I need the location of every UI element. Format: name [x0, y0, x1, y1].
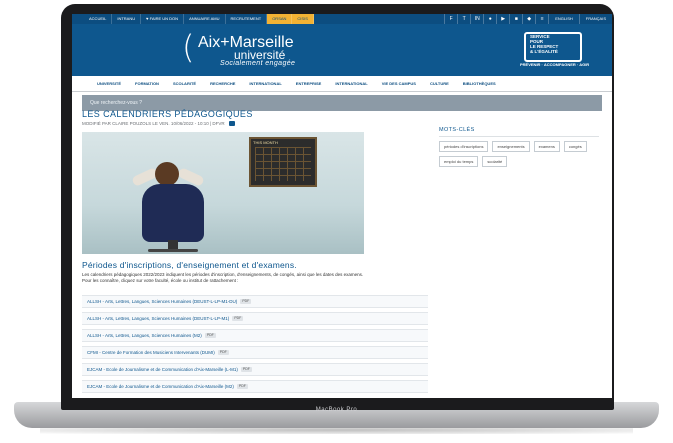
utility-bar: ACCUEIL INTRANU ♥ FAIRE UN DON ANNUAIRE … [72, 14, 612, 24]
main-content: LES CALENDRIERS PÉDAGOGIQUES MODIFIÉ PAR… [82, 109, 602, 393]
tag-examens[interactable]: examens [533, 141, 560, 152]
topbar-link-recrutement[interactable]: RECRUTEMENT [226, 14, 268, 24]
wifi-icon[interactable]: ◆ [522, 14, 535, 24]
nav-culture[interactable]: CULTURE [423, 81, 456, 86]
pdf-badge: PDF [217, 350, 229, 356]
list-item[interactable]: ALLSH - Arts, Lettres, Langues, Sciences… [82, 312, 428, 325]
logo-paren-left: ( [182, 28, 195, 66]
browser-screen: ACCUEIL INTRANU ♥ FAIRE UN DON ANNUAIRE … [72, 14, 612, 398]
logo-line3: Socialement engagée [220, 60, 296, 67]
twitter-icon[interactable]: t [457, 14, 470, 24]
list-item[interactable]: EJCAM - Ecole de Journalisme et de Commu… [82, 363, 428, 376]
pdf-badge: PDF [236, 384, 248, 390]
topbar-link-intranet[interactable]: INTRANU [112, 14, 142, 24]
main-nav: UNIVERSITÉ FORMATION SCOLARITÉ RECHERCHE… [72, 76, 612, 92]
facebook-icon[interactable]: f [444, 14, 457, 24]
topbar-link-annuaire[interactable]: ANNUAIRE AMU [184, 14, 226, 24]
section-intro: Les calendriers pédagogiques 2022/2023 i… [82, 272, 364, 283]
pdf-badge: PDF [240, 367, 252, 373]
calendar-links-list: ALLSH - Arts, Lettres, Langues, Sciences… [82, 295, 428, 397]
list-item[interactable]: EJCAM - Ecole de Journalisme et de Commu… [82, 380, 428, 393]
person-head [155, 162, 179, 186]
list-item[interactable]: ALLSH - Arts, Lettres, Langues, Sciences… [82, 329, 428, 342]
device-label: MacBook Pro [315, 407, 358, 413]
nav-universite[interactable]: UNIVERSITÉ [90, 81, 128, 86]
service-tagline: PRÉVENIR · ACCOMPAGNER · AGIR [520, 62, 590, 67]
tag-emploi-du-temps[interactable]: emploi du temps [439, 156, 479, 167]
topbar-link-don[interactable]: ♥ FAIRE UN DON [141, 14, 185, 24]
nav-vie-des-campus[interactable]: VIE DES CAMPUS [375, 81, 423, 86]
nav-entreprise[interactable]: ENTREPRISE [289, 81, 329, 86]
section-title: Périodes d'inscriptions, d'enseignement … [82, 260, 297, 270]
instagram-icon[interactable]: ● [483, 14, 496, 24]
menu-icon[interactable]: ≡ [535, 14, 548, 24]
linkedin-icon[interactable]: in [470, 14, 483, 24]
page-title: LES CALENDRIERS PÉDAGOGIQUES [82, 109, 253, 119]
service-respect-egalite-logo[interactable]: SERVICE POUR LE RESPECT & L'ÉGALITÉ PRÉV… [520, 32, 612, 72]
social-links: f t in ● ▶ ■ ◆ ≡ ENGLISH FRANÇAIS [444, 14, 612, 24]
wall-calendar: THIS MONTH [249, 137, 317, 187]
nav-recherche[interactable]: RECHERCHE [203, 81, 242, 86]
lang-francais[interactable]: FRANÇAIS [578, 14, 612, 24]
youtube-icon[interactable]: ▶ [496, 14, 509, 24]
tag-conges[interactable]: congés [563, 141, 587, 152]
topbar-link-orsan[interactable]: ORSAN [267, 14, 293, 24]
nav-bibliotheques[interactable]: BIBLIOTHÈQUES [456, 81, 503, 86]
nav-scolarite[interactable]: SCOLARITÉ [166, 81, 203, 86]
tag-scolarite[interactable]: scolarité [482, 156, 508, 167]
office-chair [142, 184, 204, 242]
nav-formation[interactable]: FORMATION [128, 81, 166, 86]
keywords-sidebar: MOTS-CLÉS périodes d'inscriptions enseig… [439, 127, 599, 171]
print-icon[interactable] [228, 121, 235, 127]
site-header: ( Aix+Marseille université Socialement e… [72, 24, 612, 76]
pdf-badge: PDF [240, 299, 252, 305]
page-meta: MODIFIÉ PAR CLAIRE POUZOLS LE VEN. 10/06… [82, 121, 602, 127]
keyword-tags: périodes d'inscriptions enseignements ex… [439, 141, 599, 171]
topbar-link-cisis[interactable]: CISIS [292, 14, 314, 24]
pdf-badge: PDF [232, 316, 244, 322]
hero-image: THIS MONTH [82, 132, 364, 254]
list-item[interactable]: CFMI - Centre de Formation des Musiciens… [82, 346, 428, 359]
topbar-link-accueil[interactable]: ACCUEIL [84, 14, 113, 24]
university-logo[interactable]: ( Aix+Marseille université Socialement e… [182, 28, 332, 71]
calendar-grid [255, 147, 311, 181]
nav-international-2[interactable]: INTERNATIONAL [328, 81, 374, 86]
tag-enseignements[interactable]: enseignements [492, 141, 530, 152]
list-item[interactable]: ALLSH - Arts, Lettres, Langues, Sciences… [82, 295, 428, 308]
calendar-label: THIS MONTH [253, 140, 278, 145]
keywords-title: MOTS-CLÉS [439, 127, 599, 137]
pdf-badge: PDF [204, 333, 216, 339]
nav-international-1[interactable]: INTERNATIONAL [242, 81, 288, 86]
lang-english[interactable]: ENGLISH [548, 14, 579, 24]
mail-icon[interactable]: ■ [509, 14, 522, 24]
service-logo-text: SERVICE POUR LE RESPECT & L'ÉGALITÉ [530, 34, 559, 54]
chair-feet [148, 249, 198, 252]
tag-inscriptions[interactable]: périodes d'inscriptions [439, 141, 489, 152]
